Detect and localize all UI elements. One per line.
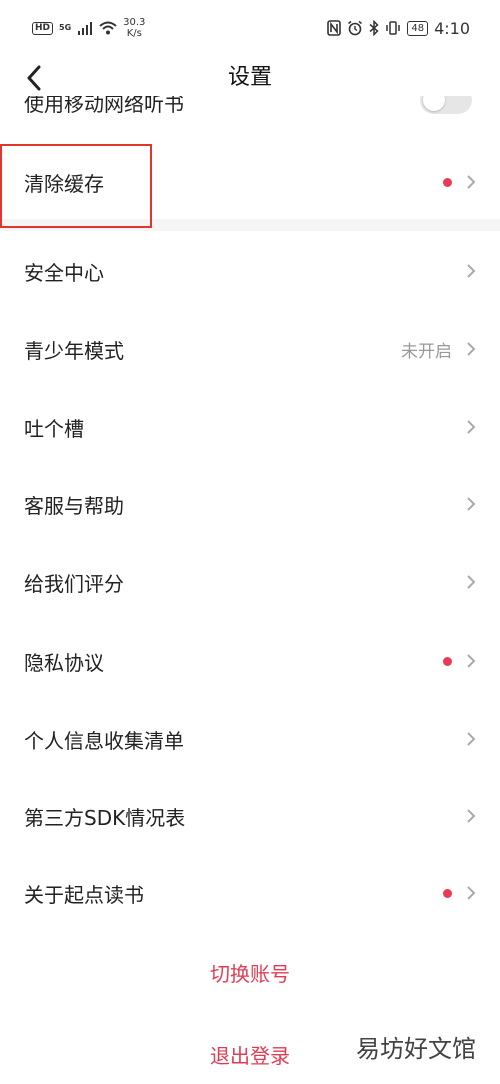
chevron-right-icon — [467, 886, 476, 900]
nav-bar: 设置 — [0, 56, 500, 100]
chevron-right-icon — [467, 732, 476, 746]
chevron-right-icon — [467, 175, 476, 189]
notification-dot — [443, 656, 452, 666]
watermark: 易坊好文馆 — [356, 1035, 476, 1063]
row-right — [466, 808, 476, 824]
row-label: 隐私协议 — [24, 650, 104, 675]
speed-unit: K/s — [126, 28, 142, 39]
row-label: 清除缓存 — [24, 171, 104, 196]
settings-row-feedback[interactable]: 吐个槽 — [0, 388, 500, 466]
speed-value: 30.3 — [123, 17, 146, 28]
row-label: 安全中心 — [24, 260, 104, 285]
nfc-icon — [327, 20, 342, 36]
status-left: HD 5G 30.3 K/s — [32, 17, 145, 39]
hd-icon: HD — [32, 21, 54, 35]
row-label: 青少年模式 — [24, 338, 124, 363]
chevron-right-icon — [467, 575, 476, 589]
network-type: 5G — [59, 23, 72, 32]
vibrate-icon — [386, 21, 401, 35]
row-label: 给我们评分 — [24, 571, 124, 596]
row-label: 吐个槽 — [24, 416, 84, 441]
status-right: 48 4:10 — [327, 19, 470, 38]
page-title: 设置 — [227, 65, 272, 90]
row-label: 第三方SDK情况表 — [24, 805, 186, 830]
wifi-icon — [99, 21, 117, 35]
row-right — [466, 574, 476, 590]
row-label: 客服与帮助 — [24, 493, 124, 518]
settings-row-support[interactable]: 客服与帮助 — [0, 465, 500, 543]
notification-dot — [443, 177, 452, 187]
settings-row-privacy-policy[interactable]: 隐私协议 — [0, 622, 500, 700]
row-right — [443, 174, 476, 190]
switch-account-button[interactable]: 切换账号 — [0, 958, 500, 987]
chevron-right-icon — [467, 264, 476, 278]
settings-row-youth-mode[interactable]: 青少年模式 未开启 — [0, 310, 500, 388]
row-right — [443, 653, 476, 669]
youth-mode-status: 未开启 — [401, 341, 452, 362]
settings-row-personal-info-list[interactable]: 个人信息收集清单 — [0, 700, 500, 778]
settings-row-clear-cache[interactable]: 清除缓存 — [0, 143, 500, 221]
chevron-right-icon — [467, 809, 476, 823]
row-label: 个人信息收集清单 — [24, 728, 184, 753]
mobile-network-listen-label: 使用移动网络听书 — [24, 96, 184, 116]
row-right: 未开启 — [401, 337, 476, 362]
row-right — [466, 496, 476, 512]
settings-row-rate-us[interactable]: 给我们评分 — [0, 543, 500, 621]
section-divider — [0, 219, 500, 231]
row-right — [466, 263, 476, 279]
chevron-right-icon — [467, 342, 476, 356]
alarm-icon — [348, 20, 363, 36]
chevron-right-icon — [467, 497, 476, 511]
toggle-knob — [423, 96, 445, 111]
signal-icon — [78, 22, 93, 35]
row-right — [466, 731, 476, 747]
row-right — [443, 885, 476, 901]
network-speed: 30.3 K/s — [123, 17, 145, 39]
chevron-right-icon — [467, 420, 476, 434]
clock: 4:10 — [434, 18, 470, 38]
row-label: 关于起点读书 — [24, 882, 144, 907]
mobile-network-listen-toggle[interactable] — [420, 96, 472, 114]
status-bar: HD 5G 30.3 K/s 48 4:10 — [0, 0, 500, 56]
notification-dot — [443, 888, 452, 898]
back-button[interactable] — [14, 56, 54, 100]
mobile-network-listen-row[interactable]: 使用移动网络听书 — [0, 96, 500, 126]
battery-indicator: 48 — [407, 20, 429, 36]
bluetooth-icon — [369, 20, 379, 36]
settings-row-security-center[interactable]: 安全中心 — [0, 232, 500, 310]
chevron-right-icon — [467, 654, 476, 668]
settings-row-third-party-sdk[interactable]: 第三方SDK情况表 — [0, 777, 500, 855]
row-right — [466, 419, 476, 435]
chevron-left-icon — [27, 65, 41, 91]
settings-row-about[interactable]: 关于起点读书 — [0, 854, 500, 932]
